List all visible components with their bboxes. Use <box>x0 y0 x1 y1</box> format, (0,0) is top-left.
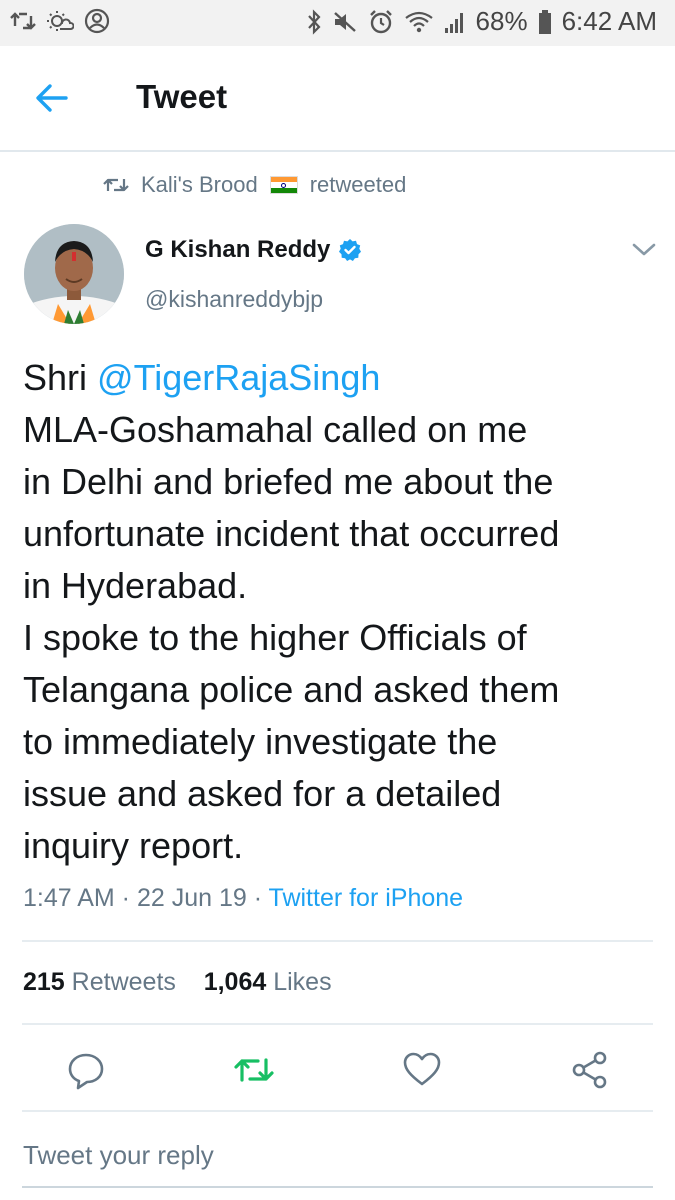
weather-icon <box>47 11 74 31</box>
retweets-stat[interactable]: 215 Retweets <box>23 968 176 996</box>
mention-link[interactable]: @TigerRajaSingh <box>97 357 380 398</box>
tweet-line: unfortunate incident that occurred <box>23 513 560 554</box>
avatar-image <box>24 224 124 324</box>
retweeter-name: Kali's Brood <box>141 172 258 197</box>
retweet-context[interactable]: Kali's Brood retweeted <box>103 172 406 198</box>
tweet-date: 22 Jun 19 <box>136 884 247 912</box>
tweet-prefix: Shri <box>23 357 98 398</box>
india-flag-icon <box>269 176 298 194</box>
clock: 6:42 AM <box>561 6 657 36</box>
signal-icon <box>444 12 463 33</box>
chevron-down-icon[interactable] <box>630 240 658 260</box>
reply-icon[interactable] <box>66 1050 106 1090</box>
account-icon <box>84 8 110 34</box>
tweet-text: Shri @TigerRajaSingh MLA-Goshamahal call… <box>23 352 663 872</box>
status-bar: 68% 6:42 AM <box>0 0 675 46</box>
avatar[interactable] <box>24 224 124 324</box>
tweet-line: in Hyderabad. <box>23 565 248 606</box>
retweet-notification-icon <box>10 12 36 30</box>
author-display-name: G Kishan Reddy <box>145 236 331 263</box>
tweet-meta: 1:47 AM · 22 Jun 19 · Twitter for iPhone <box>23 884 463 913</box>
status-bar-system: 68% 6:42 AM <box>306 6 657 37</box>
share-icon[interactable] <box>570 1050 610 1090</box>
author-name[interactable]: G Kishan Reddy <box>145 236 362 264</box>
likes-label: Likes <box>273 968 332 996</box>
divider <box>22 1110 653 1112</box>
retweets-label: Retweets <box>71 968 176 996</box>
app-bar: Tweet <box>0 46 675 152</box>
tweet-line: I spoke to the higher Officials of <box>23 617 527 658</box>
battery-percent: 68% <box>475 6 528 36</box>
tweet-line: to immediately investigate the <box>23 721 498 762</box>
tweet-stats: 215 Retweets 1,064 Likes <box>23 968 332 997</box>
tweet-source-link[interactable]: Twitter for iPhone <box>269 884 464 912</box>
retweets-count: 215 <box>23 968 65 996</box>
retweet-button-icon[interactable] <box>234 1050 274 1090</box>
likes-count: 1,064 <box>203 968 267 996</box>
meta-separator: · <box>246 884 269 912</box>
retweeted-label: retweeted <box>309 172 407 197</box>
tweet-line: Shri @TigerRajaSingh <box>23 352 663 404</box>
reply-input[interactable]: Tweet your reply <box>23 1140 214 1171</box>
tweet-line: inquiry report. <box>23 825 244 866</box>
verified-badge-icon <box>339 239 362 261</box>
bluetooth-icon <box>307 8 321 35</box>
like-heart-icon[interactable] <box>402 1050 442 1090</box>
meta-separator: · <box>114 884 137 912</box>
mute-icon <box>333 11 356 32</box>
alarm-icon <box>369 9 392 33</box>
page-title: Tweet <box>136 78 228 115</box>
tweet-line: in Delhi and briefed me about the <box>23 461 554 502</box>
divider <box>22 1023 653 1025</box>
tweet-line: MLA-Goshamahal called on me <box>23 409 528 450</box>
tweet-time: 1:47 AM <box>23 884 115 912</box>
tweet-line: Telangana police and asked them <box>23 669 560 710</box>
back-arrow-icon[interactable] <box>28 78 78 118</box>
battery-icon <box>538 9 551 34</box>
status-bar-notifications <box>10 8 110 34</box>
likes-stat[interactable]: 1,064 Likes <box>204 968 332 996</box>
reply-input-underline <box>22 1186 653 1188</box>
tweet-line: issue and asked for a detailed <box>23 773 502 814</box>
retweet-icon <box>103 178 129 192</box>
wifi-icon <box>404 11 433 32</box>
divider <box>22 940 653 942</box>
author-handle[interactable]: @kishanreddybjp <box>145 286 323 313</box>
